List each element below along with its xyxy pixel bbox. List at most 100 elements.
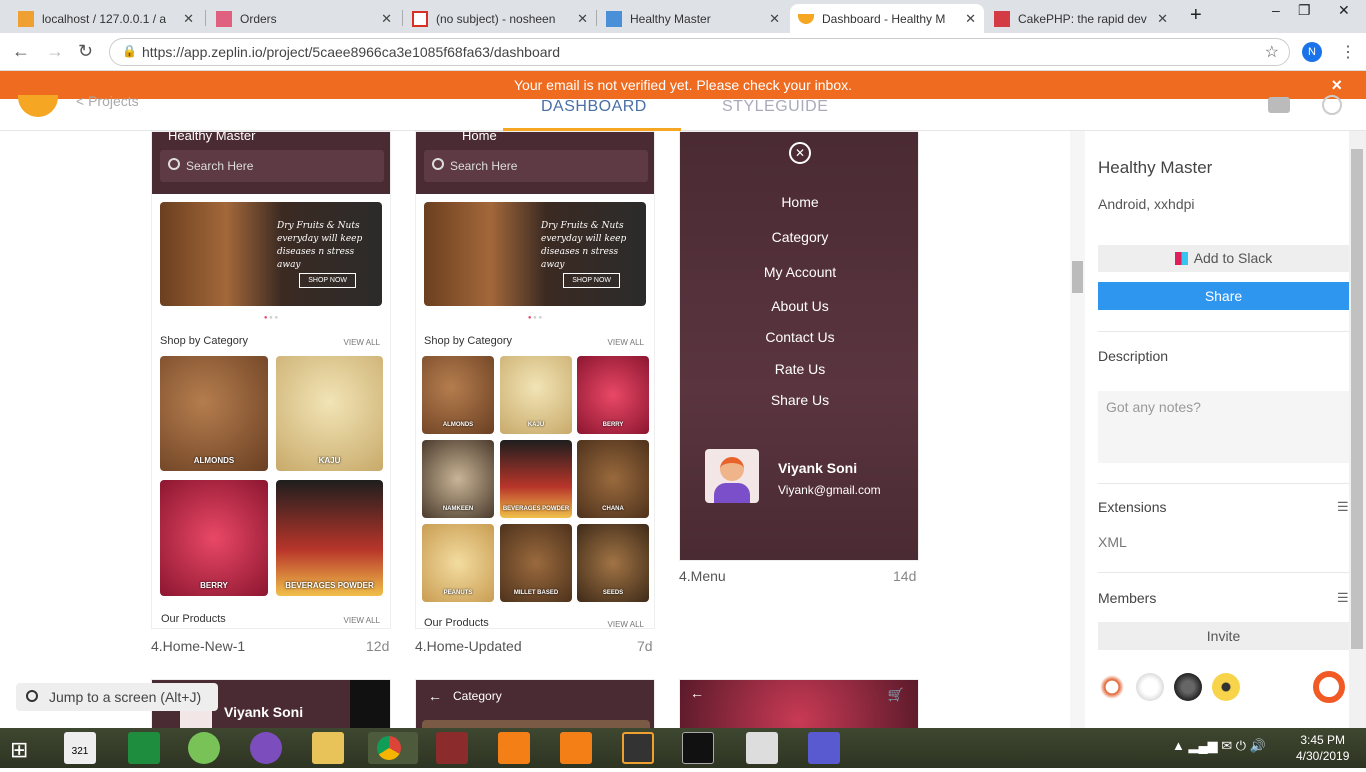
tab-dashboard[interactable]: DASHBOARD: [541, 98, 647, 116]
shop-now-button: SHOP NOW: [563, 273, 620, 288]
scroll-thumb[interactable]: [1351, 149, 1363, 649]
extension-item[interactable]: XML: [1098, 534, 1127, 550]
notes-textarea[interactable]: Got any notes?: [1098, 391, 1349, 463]
add-to-slack-button[interactable]: Add to Slack: [1098, 245, 1349, 272]
browser-tab[interactable]: localhost / 127.0.0.1 / a ✕: [10, 4, 202, 33]
new-tab-button[interactable]: +: [1190, 4, 1202, 27]
close-tab-icon[interactable]: ✕: [769, 11, 780, 27]
cakephp-icon: [994, 10, 1010, 27]
screen-thumbnail-category[interactable]: ← Category: [415, 679, 655, 728]
category-tile: CHANA: [577, 440, 649, 518]
project-title: Healthy Master: [1098, 158, 1213, 177]
tab-styleguide[interactable]: STYLEGUIDE: [722, 98, 828, 116]
browser-tab[interactable]: Orders ✕: [208, 4, 400, 33]
member-avatar[interactable]: [1098, 673, 1126, 701]
screen-thumbnail-home-new[interactable]: Healthy Master Search Here Dry Fruits & …: [151, 131, 391, 629]
browser-tab[interactable]: CakePHP: the rapid dev ✕: [986, 4, 1176, 33]
chrome-app-icon[interactable]: [368, 732, 418, 764]
profile-name: Viyank Soni: [224, 704, 304, 720]
view-all-link: VIEW ALL: [607, 338, 644, 347]
project-platform: Android, xxhdpi: [1098, 196, 1195, 212]
share-button[interactable]: Share: [1098, 282, 1349, 310]
screen-age: 14d: [893, 568, 917, 584]
bookmark-star-icon[interactable]: ☆: [1265, 42, 1279, 62]
zeplin-logo[interactable]: [18, 95, 58, 117]
close-window-icon[interactable]: ✕: [1338, 2, 1350, 19]
reload-icon[interactable]: ↻: [78, 41, 93, 62]
taskbar-clock[interactable]: 3:45 PM 4/30/2019: [1296, 732, 1349, 764]
slack-icon: [1174, 252, 1188, 265]
windows-taskbar: ⊞ 321 ▲ ▂▄▆ ✉ ⏻ 🔊 3:45 PM 4/30/2019: [0, 728, 1366, 768]
category-tile: ALMONDS: [422, 356, 494, 434]
view-all-link: VIEW ALL: [343, 616, 380, 625]
close-tab-icon[interactable]: ✕: [1157, 11, 1168, 27]
page-scrollbar[interactable]: [1349, 131, 1366, 728]
search-bar: Search Here: [160, 150, 384, 182]
kebab-menu-icon[interactable]: ⋮: [1340, 42, 1356, 62]
close-tab-icon[interactable]: ✕: [965, 11, 976, 27]
screen-thumbnail-home-updated[interactable]: Home Search Here Dry Fruits & Nuts every…: [415, 131, 655, 629]
screen-name[interactable]: 4.Menu: [679, 568, 726, 584]
projects-link[interactable]: < Projects: [76, 93, 139, 109]
browser-tab[interactable]: (no subject) - nosheen ✕: [404, 4, 596, 33]
category-tile: SEEDS: [577, 524, 649, 602]
github-desktop-icon[interactable]: [250, 732, 282, 764]
jump-to-screen-input[interactable]: Jump to a screen (Alt+J): [16, 683, 218, 711]
terminal-icon[interactable]: [682, 732, 714, 764]
extensions-settings-icon[interactable]: ☰: [1337, 499, 1349, 515]
file-explorer-icon[interactable]: [312, 732, 344, 764]
user-name: Viyank Soni: [778, 460, 858, 476]
carousel-dots: ● ● ●: [527, 315, 543, 321]
extensions-label: Extensions: [1098, 499, 1167, 515]
calendar-app-icon[interactable]: 321: [64, 732, 96, 764]
winrar-icon[interactable]: [436, 732, 468, 764]
xampp-icon[interactable]: [498, 732, 530, 764]
url-input[interactable]: 🔒 https://app.zeplin.io/project/5caee896…: [109, 38, 1290, 66]
profile-avatar[interactable]: N: [1302, 42, 1322, 62]
screen-name[interactable]: 4.Home-Updated: [415, 638, 522, 654]
user-menu-icon[interactable]: [1322, 95, 1342, 115]
screen-thumbnail-product[interactable]: ← 🛒: [679, 679, 919, 728]
calendar-icon[interactable]: [808, 732, 840, 764]
menu-item: Rate Us: [774, 361, 826, 377]
member-avatar[interactable]: [1136, 673, 1164, 701]
hero-banner: Dry Fruits & Nuts everyday will keep dis…: [160, 202, 382, 306]
notifications-icon[interactable]: [1268, 97, 1290, 113]
category-tile: NAMKEEN: [422, 440, 494, 518]
member-avatar[interactable]: [1212, 673, 1240, 701]
menu-item: Category: [771, 229, 829, 245]
shop-now-button: SHOP NOW: [299, 273, 356, 288]
section-title: Shop by Category: [424, 335, 513, 347]
sublime-text-icon[interactable]: [622, 732, 654, 764]
help-lifebuoy-icon[interactable]: [1313, 671, 1345, 703]
back-arrow-icon[interactable]: ←: [12, 41, 30, 62]
close-tab-icon[interactable]: ✕: [577, 11, 588, 27]
browser-tab-active[interactable]: Dashboard - Healthy M ✕: [790, 4, 984, 33]
address-bar-row: ← → ↻ 🔒 https://app.zeplin.io/project/5c…: [0, 33, 1366, 71]
category-tile: BERRY: [160, 480, 268, 596]
browser-tab[interactable]: Healthy Master ✕: [598, 4, 788, 33]
minimize-icon[interactable]: –: [1272, 2, 1280, 18]
forward-arrow-icon[interactable]: →: [46, 41, 64, 62]
view-all-link: VIEW ALL: [343, 338, 380, 347]
android-studio-icon[interactable]: [188, 732, 220, 764]
restore-icon[interactable]: ❐: [1298, 2, 1311, 19]
scroll-thumb[interactable]: [1072, 261, 1083, 293]
windows-start-icon[interactable]: ⊞: [10, 737, 28, 763]
xampp-icon[interactable]: [560, 732, 592, 764]
members-settings-icon[interactable]: ☰: [1337, 590, 1349, 606]
close-tab-icon[interactable]: ✕: [183, 11, 194, 27]
spreadsheet-app-icon[interactable]: [128, 732, 160, 764]
task-manager-icon[interactable]: [746, 732, 778, 764]
invite-button[interactable]: Invite: [1098, 622, 1349, 650]
canvas-scrollbar[interactable]: [1070, 131, 1085, 728]
app-icon: [606, 10, 622, 27]
close-tab-icon[interactable]: ✕: [381, 11, 392, 27]
dashboard-canvas: Healthy Master Search Here Dry Fruits & …: [0, 131, 1070, 728]
screen-thumbnail-menu[interactable]: ✕ Home Category My Account About Us Cont…: [679, 131, 919, 561]
browser-tab-bar: localhost / 127.0.0.1 / a ✕ Orders ✕ (no…: [0, 0, 1366, 33]
gmail-icon: [412, 10, 428, 27]
member-avatar[interactable]: [1174, 673, 1202, 701]
screen-name[interactable]: 4.Home-New-1: [151, 638, 245, 654]
category-tile: KAJU: [276, 356, 383, 471]
